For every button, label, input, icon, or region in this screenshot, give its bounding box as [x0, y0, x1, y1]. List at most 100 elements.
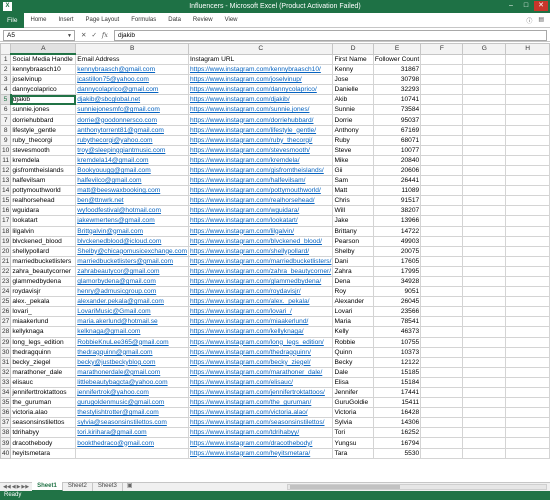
row-header[interactable]: 34 [0, 386, 12, 399]
first-name-cell[interactable]: Ruby [332, 134, 374, 146]
empty-cell[interactable] [505, 316, 550, 328]
tab-formulas[interactable]: Formulas [125, 17, 162, 23]
empty-cell[interactable] [420, 265, 464, 277]
row-header[interactable]: 18 [0, 225, 12, 237]
empty-cell[interactable] [462, 407, 507, 419]
handle-cell[interactable]: long_legs_edition [10, 336, 77, 348]
empty-cell[interactable] [505, 124, 550, 136]
empty-cell[interactable] [420, 124, 464, 136]
first-name-cell[interactable]: Zahra [332, 265, 374, 277]
handle-cell[interactable]: roydavisjr [10, 286, 77, 298]
first-name-cell[interactable]: Steve [332, 144, 374, 156]
empty-cell[interactable] [462, 386, 507, 399]
column-header[interactable]: B [75, 43, 189, 55]
follower-count-cell[interactable]: 17605 [372, 255, 422, 267]
empty-cell[interactable] [462, 437, 507, 449]
email-cell[interactable]: anthonytorrent81@gmail.com [75, 124, 189, 136]
row-header[interactable]: 29 [0, 336, 12, 348]
follower-count-cell[interactable]: 26045 [372, 296, 422, 308]
first-name-cell[interactable]: Becky [332, 356, 374, 368]
follower-count-cell[interactable]: 20840 [372, 154, 422, 166]
follower-count-cell[interactable]: 9051 [372, 286, 422, 298]
empty-cell[interactable] [420, 417, 464, 429]
tab-insert[interactable]: Insert [53, 17, 80, 23]
instagram-url-cell[interactable]: https://www.instagram.com/becky_ziegel/ [187, 356, 334, 368]
empty-cell[interactable] [462, 356, 507, 368]
empty-cell[interactable] [505, 235, 550, 247]
first-name-cell[interactable]: Kenny [332, 63, 374, 76]
email-cell[interactable]: kremdela14@gmail.com [75, 154, 189, 166]
follower-count-cell[interactable]: 67169 [372, 124, 422, 136]
row-header[interactable]: 16 [0, 205, 12, 217]
empty-cell[interactable] [420, 235, 464, 247]
follower-count-cell[interactable]: 14722 [372, 225, 422, 237]
empty-cell[interactable] [505, 53, 550, 65]
empty-cell[interactable] [420, 225, 464, 237]
email-cell[interactable]: ben@ttnwrk.net [75, 195, 189, 207]
email-cell[interactable]: maria.akerlund@hotmail.se [75, 316, 189, 328]
empty-cell[interactable] [462, 114, 507, 126]
cancel-icon[interactable]: ✕ [81, 31, 86, 39]
row-header[interactable]: 22 [0, 265, 12, 277]
next-sheet-icon[interactable]: ▶ [17, 484, 21, 490]
follower-count-cell[interactable]: 10755 [372, 336, 422, 348]
first-name-cell[interactable]: Dorrie [332, 114, 374, 126]
empty-cell[interactable] [505, 356, 550, 368]
help-icon[interactable]: ⓘ [526, 16, 532, 25]
empty-cell[interactable] [505, 114, 550, 126]
row-header[interactable]: 21 [0, 255, 12, 267]
empty-cell[interactable] [420, 94, 464, 106]
empty-cell[interactable] [505, 104, 550, 116]
empty-cell[interactable] [505, 175, 550, 187]
follower-count-cell[interactable]: 34928 [372, 275, 422, 288]
first-name-cell[interactable]: Shelby [332, 245, 374, 257]
empty-cell[interactable] [505, 205, 550, 217]
handle-cell[interactable]: blvckened_blood [10, 235, 77, 247]
email-cell[interactable]: blvckenedblood@icloud.com [75, 235, 189, 247]
row-header[interactable]: 30 [0, 346, 12, 358]
first-name-cell[interactable]: Jose [332, 74, 374, 86]
row-header[interactable]: 3 [0, 74, 12, 86]
email-cell[interactable]: wyfoodfestival@hotmail.com [75, 205, 189, 217]
worksheet-grid[interactable]: A B C D E F G H 1 Social Media Handle Em… [0, 43, 550, 482]
first-name-cell[interactable]: Pearson [332, 235, 374, 247]
header-cell[interactable]: Instagram URL [187, 53, 334, 65]
follower-count-cell[interactable]: 91517 [372, 195, 422, 207]
empty-cell[interactable] [420, 215, 464, 227]
empty-cell[interactable] [505, 84, 550, 96]
follower-count-cell[interactable]: 15184 [372, 376, 422, 389]
row-header[interactable]: 31 [0, 356, 12, 368]
handle-cell[interactable]: marriedbucketlisters [10, 255, 77, 267]
handle-cell[interactable]: becky_ziegel [10, 356, 77, 368]
empty-cell[interactable] [462, 397, 507, 409]
first-name-cell[interactable]: Matt [332, 185, 374, 197]
follower-count-cell[interactable]: 73584 [372, 104, 422, 116]
row-header[interactable]: 12 [0, 164, 12, 177]
handle-cell[interactable]: victoria.alao [10, 407, 77, 419]
empty-cell[interactable] [505, 63, 550, 76]
empty-cell[interactable] [420, 63, 464, 76]
instagram-url-cell[interactable]: https://www.instagram.com/glammedbydena/ [187, 275, 334, 288]
empty-cell[interactable] [420, 407, 464, 419]
follower-count-cell[interactable]: 11089 [372, 185, 422, 197]
empty-cell[interactable] [462, 185, 507, 197]
follower-count-cell[interactable]: 49903 [372, 235, 422, 247]
empty-cell[interactable] [420, 356, 464, 368]
empty-cell[interactable] [505, 346, 550, 358]
follower-count-cell[interactable]: 12122 [372, 356, 422, 368]
handle-cell[interactable]: marathoner_dale [10, 366, 77, 378]
row-header[interactable]: 27 [0, 316, 12, 328]
empty-cell[interactable] [462, 265, 507, 277]
header-cell[interactable]: Follower Count [372, 53, 422, 65]
instagram-url-cell[interactable]: https://www.instagram.com/sunnie.jones/ [187, 104, 334, 116]
follower-count-cell[interactable]: 20606 [372, 164, 422, 177]
empty-cell[interactable] [420, 185, 464, 197]
instagram-url-cell[interactable]: https://www.instagram.com/lilgalvin/ [187, 225, 334, 237]
email-cell[interactable]: glamorbydena@gmail.com [75, 275, 189, 288]
row-header[interactable]: 24 [0, 286, 12, 298]
first-name-cell[interactable]: Gii [332, 164, 374, 177]
first-name-cell[interactable]: Kelly [332, 326, 374, 338]
instagram-url-cell[interactable]: https://www.instagram.com/ruby_thecorgi/ [187, 134, 334, 146]
follower-count-cell[interactable]: 78541 [372, 316, 422, 328]
instagram-url-cell[interactable]: https://www.instagram.com/dracothebody/ [187, 437, 334, 449]
